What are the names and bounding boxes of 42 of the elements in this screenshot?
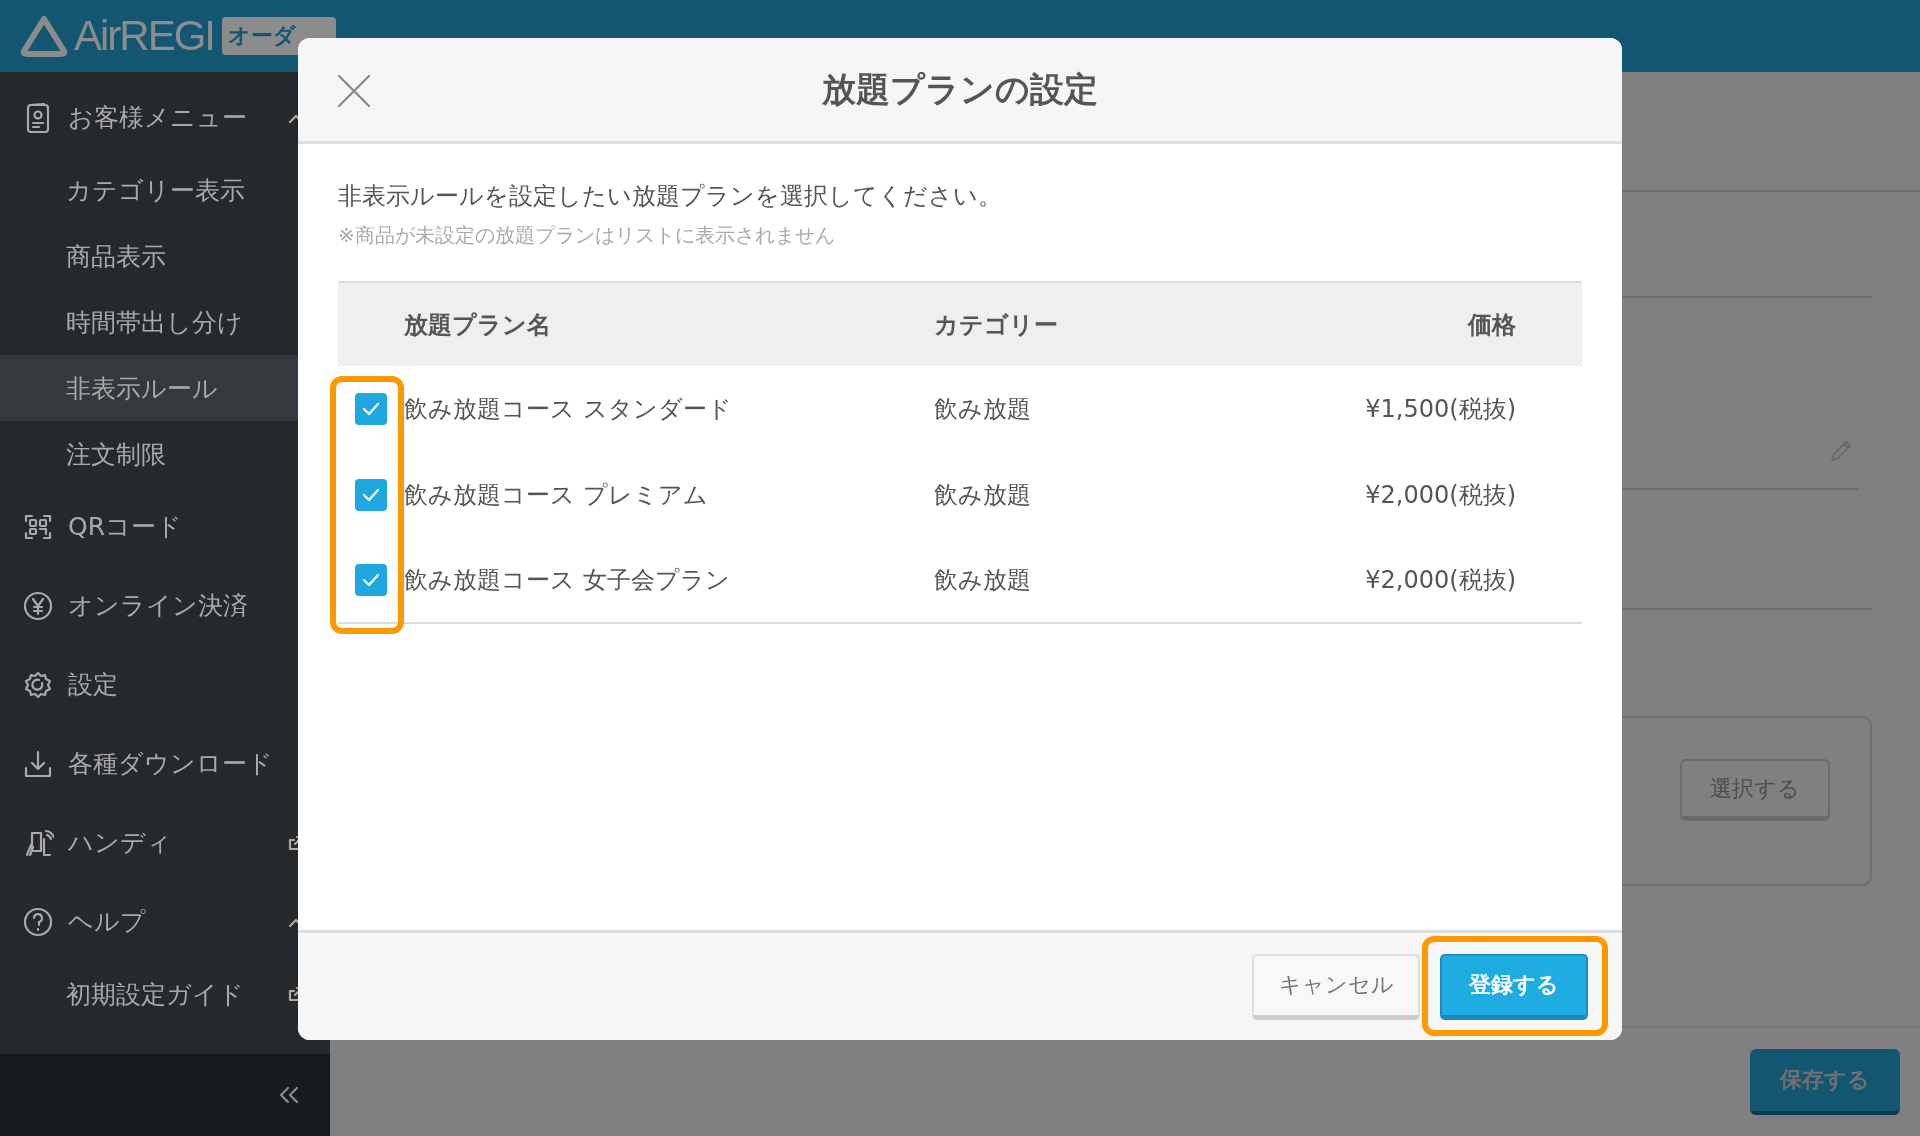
yen-icon [22, 589, 54, 622]
table-cell-text: 飲み放題コース プレミアム [404, 480, 709, 511]
table-cell-text: 飲み放題 [934, 480, 1032, 511]
instruction-text: 非表示ルールを設定したい放題プランを選択してください。 [338, 181, 1003, 212]
column-header: 放題プラン名 [404, 309, 552, 341]
sidebar-item[interactable]: オンライン決済 [0, 566, 330, 645]
sidebar-label: QRコード [68, 511, 183, 543]
sidebar-label: ヘルプ [68, 906, 146, 938]
help-icon [22, 905, 54, 938]
sidebar-item[interactable]: 各種ダウンロード [0, 724, 330, 803]
check-icon [361, 572, 381, 588]
triangle-logo-icon [20, 15, 68, 57]
table-cell-text: ¥2,000(税抜) [1364, 565, 1517, 596]
sidebar-label: お客様メニュー [68, 102, 247, 134]
checkbox[interactable] [355, 479, 387, 511]
sidebar-label: オンライン決済 [68, 590, 248, 622]
close-icon[interactable] [336, 73, 372, 109]
column-header: 価格 [1466, 309, 1517, 341]
sidebar-item[interactable]: お客様メニュー [0, 78, 330, 157]
sidebar-label: ハンディ [68, 827, 172, 859]
check-icon [361, 401, 381, 417]
check-icon [361, 487, 381, 503]
cancel-button[interactable]: キャンセル [1252, 953, 1420, 1020]
table-cell-text: 飲み放題 [934, 565, 1032, 596]
table-cell-text: 飲み放題 [934, 394, 1032, 425]
checkbox[interactable] [355, 393, 387, 425]
sidebar-item[interactable]: ハンディ [0, 803, 330, 882]
checkbox[interactable] [355, 564, 387, 596]
sidebar-label: 各種ダウンロード [68, 748, 273, 780]
table-cell-text: ¥2,000(税抜) [1364, 480, 1517, 511]
sidebar-item[interactable]: ヘルプ [0, 882, 330, 961]
sidebar-label: 設定 [68, 669, 118, 701]
sidebar-item[interactable]: 設定 [0, 645, 330, 724]
sidebar-item[interactable]: QRコード [0, 487, 330, 566]
note-text: ※商品が未設定の放題プランはリストに表示されません [338, 222, 836, 249]
logo-text: AirREGI [74, 12, 214, 60]
modal-title: 放題プランの設定 [822, 67, 1098, 111]
collapse-icon[interactable] [278, 1086, 300, 1104]
table-cell-text: ¥1,500(税抜) [1364, 394, 1517, 425]
table-cell-text: 飲み放題コース スタンダード [404, 394, 733, 425]
column-header: カテゴリー [934, 309, 1059, 341]
table-cell-text: 飲み放題コース 女子会プラン [404, 565, 731, 596]
